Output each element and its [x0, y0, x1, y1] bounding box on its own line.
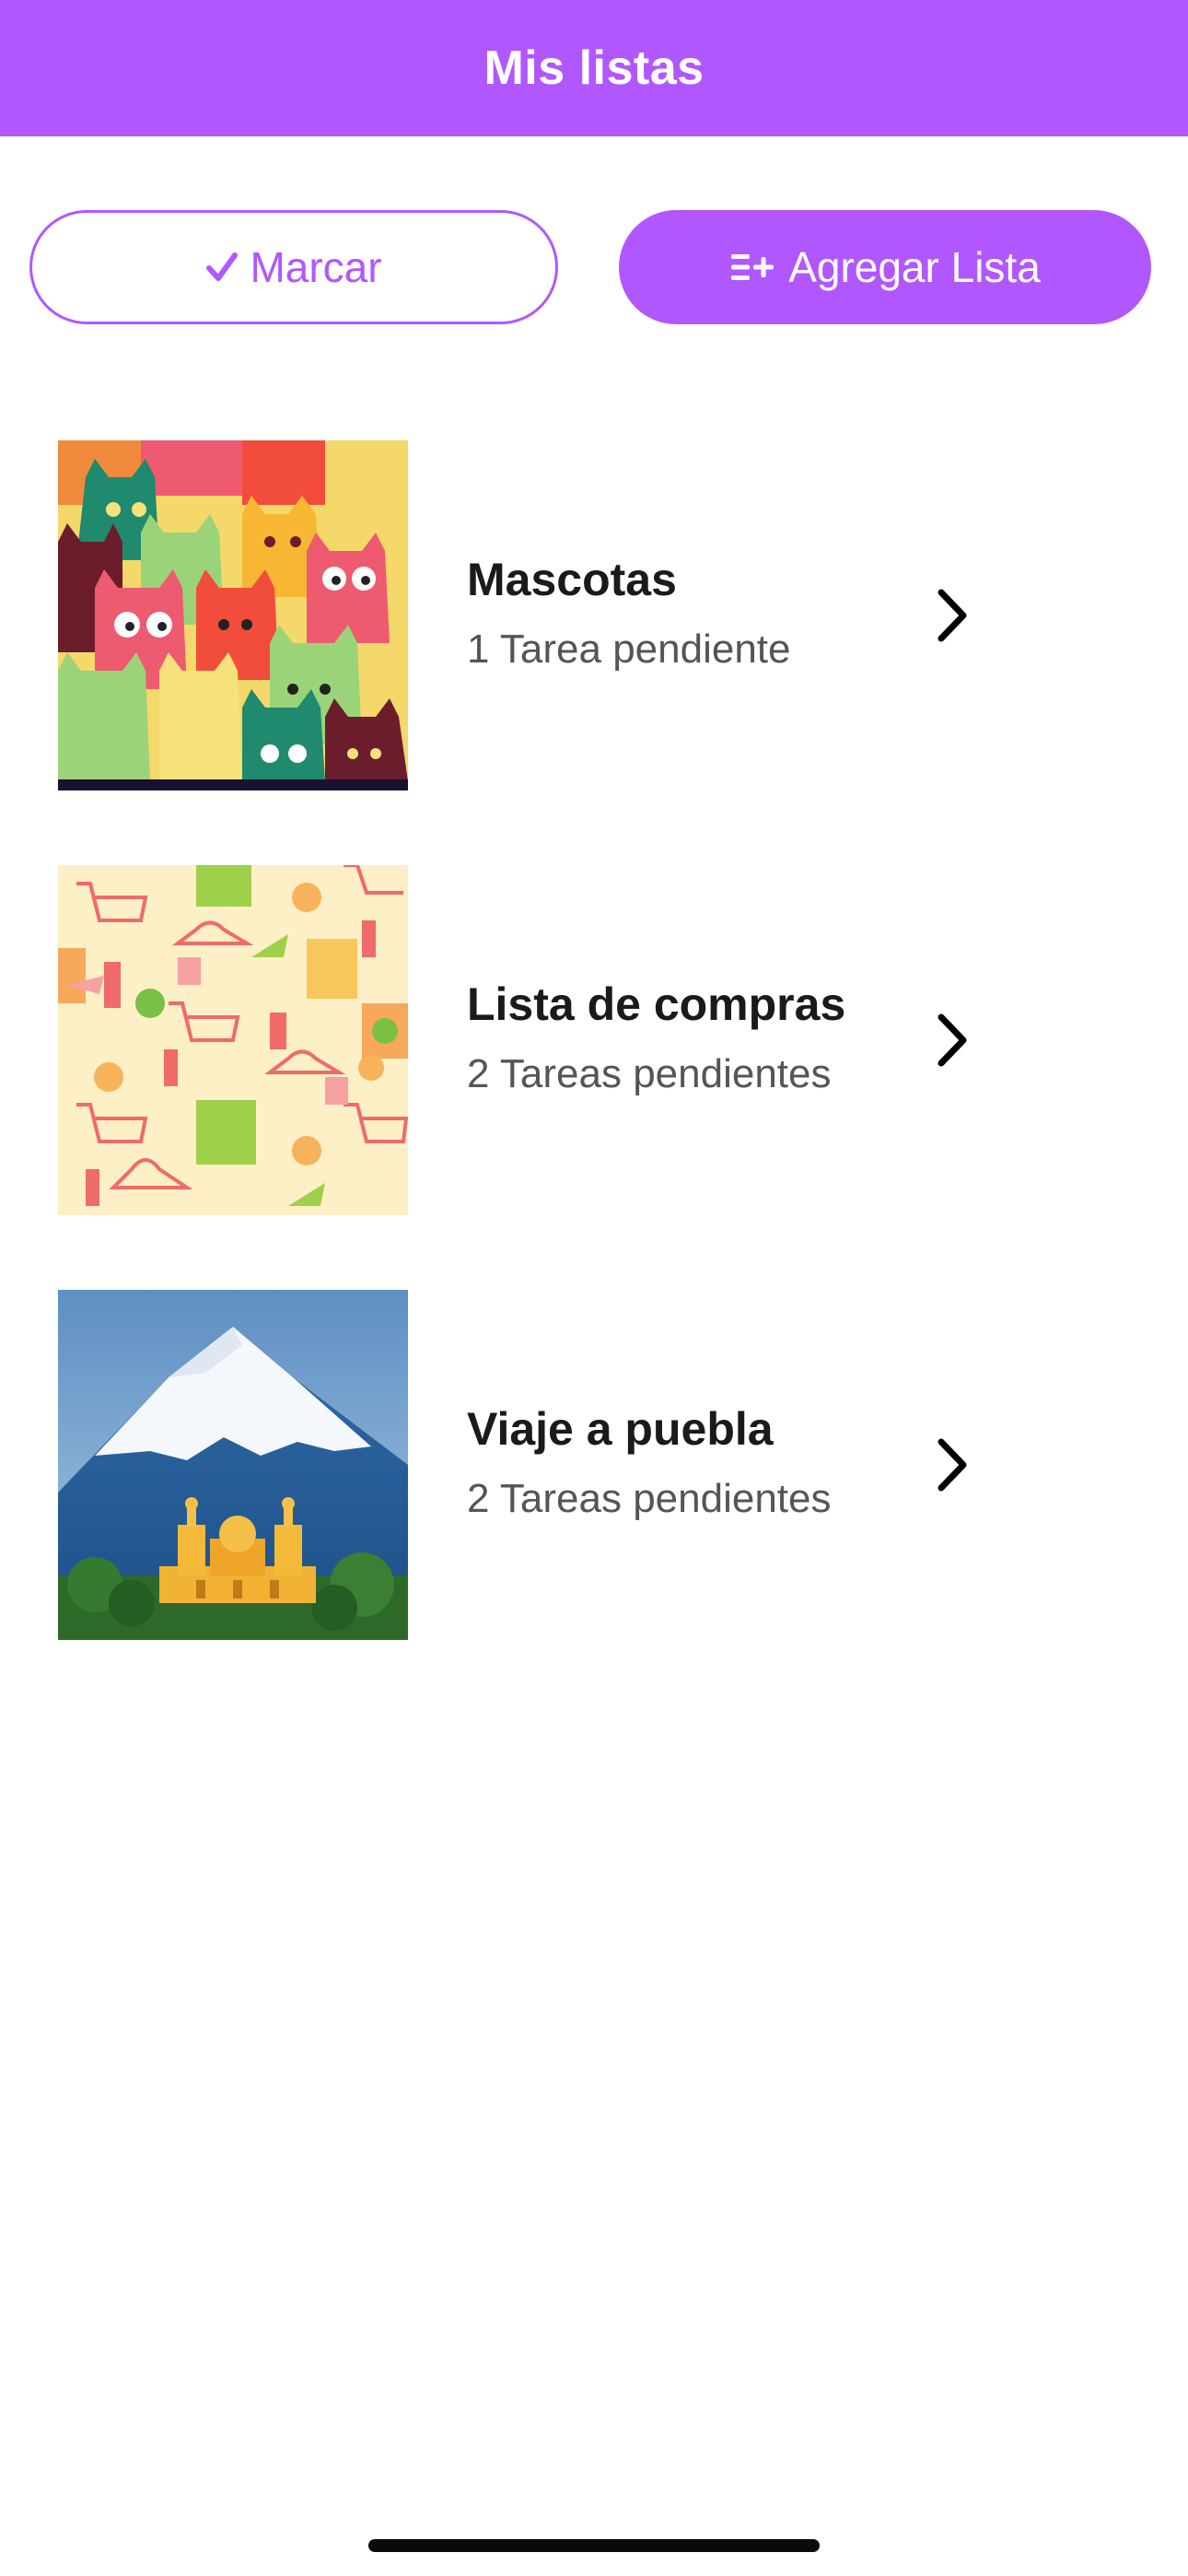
list-item-title: Mascotas [467, 554, 677, 605]
mark-button[interactable]: Marcar [29, 210, 558, 324]
list-item-subtitle: 1 Tarea pendiente [467, 626, 791, 672]
list-item-title: Lista de compras [467, 978, 846, 1030]
list-thumbnail-shopping [58, 865, 408, 1215]
add-list-button[interactable]: Agregar Lista [619, 210, 1151, 324]
chevron-right-icon [938, 589, 967, 642]
chevron-right-icon [938, 1438, 967, 1492]
list-item-title: Viaje a puebla [467, 1403, 774, 1455]
list-item-viaje-a-puebla[interactable]: Viaje a puebla 2 Tareas pendientes [0, 1290, 1188, 1640]
list-thumbnail-volcano [58, 1290, 408, 1640]
list-item-lista-de-compras[interactable]: Lista de compras 2 Tareas pendientes [0, 865, 1188, 1215]
list-thumbnail-cats [58, 440, 408, 790]
list-add-icon [729, 251, 777, 284]
app-header: Mis listas [0, 0, 1188, 136]
checkmark-icon [205, 251, 239, 284]
home-indicator[interactable] [368, 2539, 820, 2552]
chevron-right-icon [938, 1013, 967, 1067]
page-title: Mis listas [483, 41, 705, 95]
add-list-button-label: Agregar Lista [788, 243, 1041, 291]
list-item-mascotas[interactable]: Mascotas 1 Tarea pendiente [0, 440, 1188, 790]
mark-button-label: Marcar [250, 243, 382, 291]
list-item-subtitle: 2 Tareas pendientes [467, 1476, 832, 1521]
list-item-subtitle: 2 Tareas pendientes [467, 1051, 832, 1096]
